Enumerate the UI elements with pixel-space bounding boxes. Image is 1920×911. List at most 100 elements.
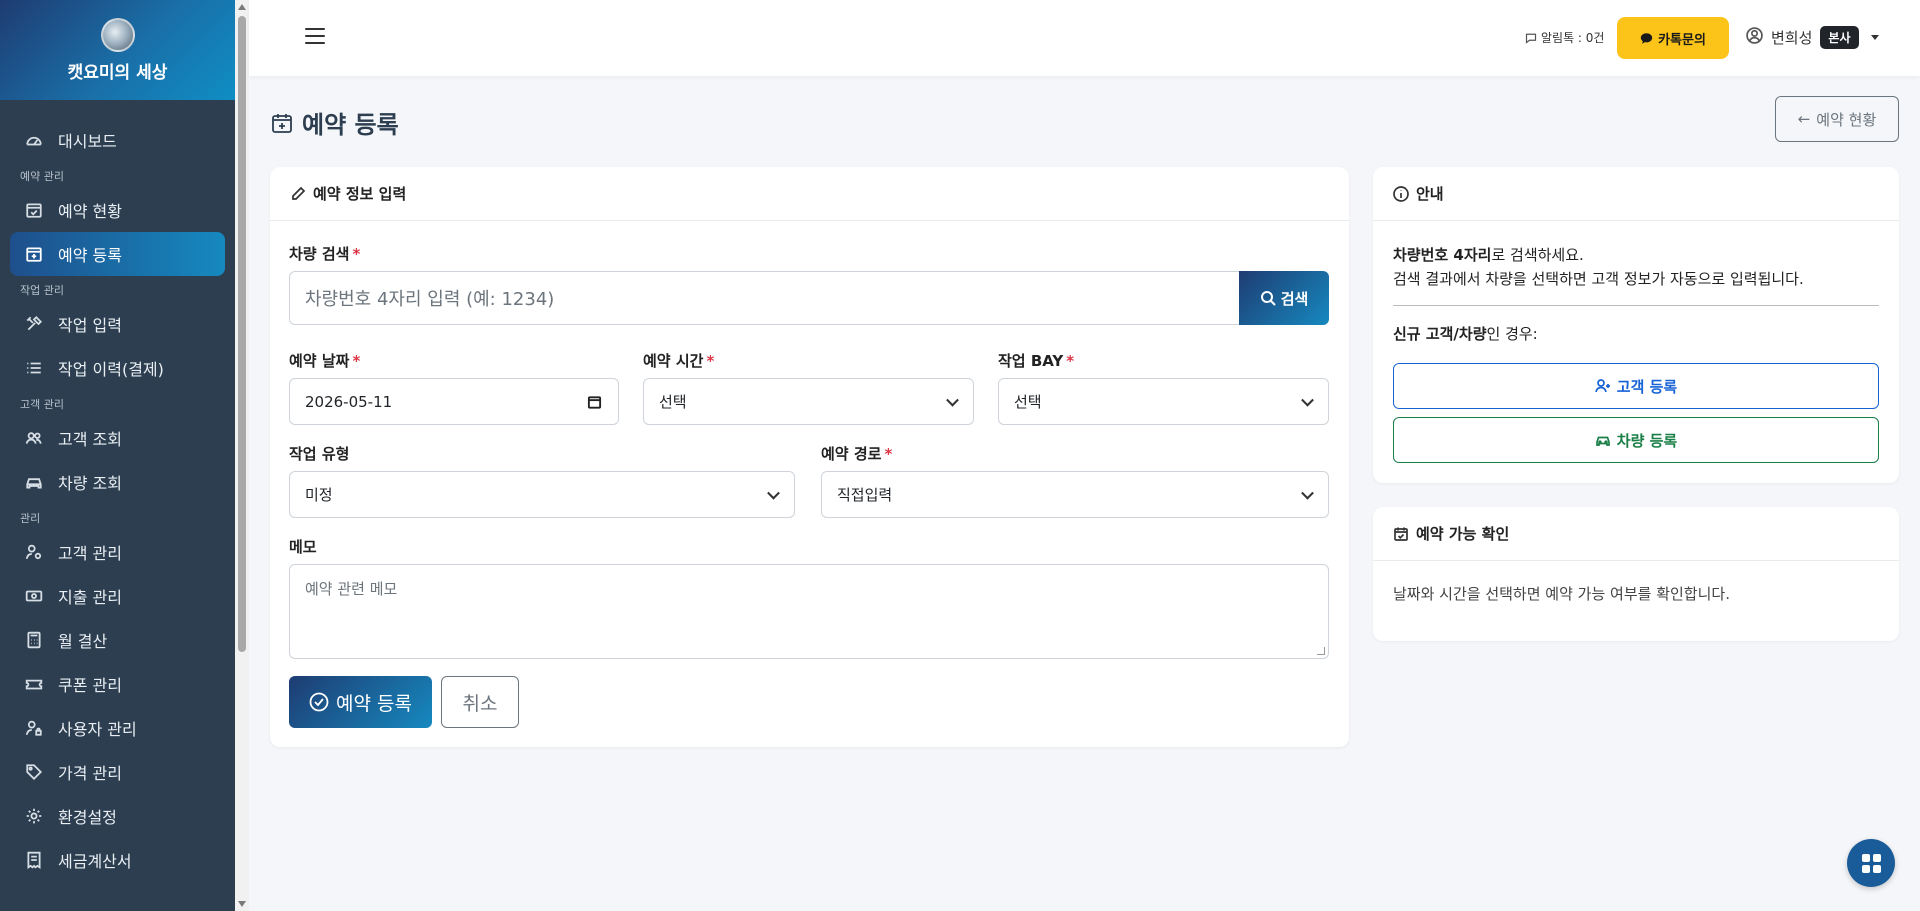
tools-icon bbox=[24, 314, 44, 334]
register-vehicle-button[interactable]: 차량 등록 bbox=[1393, 417, 1879, 463]
date-input[interactable]: 2026-05-11 bbox=[289, 378, 619, 425]
page-title: 예약 등록 bbox=[270, 105, 399, 140]
vehicle-search-label: 차량 검색 * bbox=[289, 245, 361, 263]
sidebar-item[interactable]: 고객 조회 bbox=[10, 416, 225, 460]
sidebar-item[interactable]: 지출 관리 bbox=[10, 574, 225, 618]
pencil-icon bbox=[292, 186, 306, 200]
sidebar-item-label: 사용자 관리 bbox=[58, 720, 137, 739]
sidebar-scrollbar[interactable] bbox=[235, 0, 249, 911]
register-customer-button[interactable]: 고객 등록 bbox=[1393, 363, 1879, 409]
ticket-icon bbox=[24, 674, 44, 694]
brand-logo bbox=[100, 17, 135, 52]
reservation-form-card: 예약 정보 입력 차량 검색 * 차량번호 4자리 입력 (예: 1234) 검색… bbox=[270, 167, 1349, 747]
vehicle-search-input[interactable]: 차량번호 4자리 입력 (예: 1234) bbox=[289, 271, 1240, 325]
search-icon bbox=[1260, 291, 1276, 306]
brand[interactable]: 캣요미의 세상 bbox=[0, 0, 235, 100]
person-lock-icon bbox=[24, 718, 44, 738]
sidebar-item-label: 작업 입력 bbox=[58, 316, 122, 335]
sidebar-item-label: 환경설정 bbox=[58, 808, 117, 827]
sidebar-item[interactable]: 대시보드 bbox=[10, 118, 225, 162]
calendar-icon[interactable] bbox=[587, 394, 602, 409]
people-icon bbox=[24, 428, 44, 448]
grid-icon bbox=[1861, 853, 1881, 873]
new-customer-bold: 신규 고객/차량 bbox=[1393, 325, 1487, 343]
vehicle-search-button[interactable]: 검색 bbox=[1239, 271, 1329, 325]
sidebar-item[interactable]: 쿠폰 관리 bbox=[10, 662, 225, 706]
quick-menu-button[interactable] bbox=[1847, 839, 1895, 887]
date-value: 2026-05-11 bbox=[305, 392, 393, 411]
bay-label: 작업 BAY * bbox=[998, 352, 1075, 370]
chevron-down-icon bbox=[1870, 35, 1879, 40]
sidebar-item[interactable]: 사용자 관리 bbox=[10, 706, 225, 750]
user-circle-icon bbox=[1746, 27, 1763, 48]
chat-fill-icon bbox=[1640, 32, 1653, 44]
memo-label: 메모 bbox=[289, 538, 317, 556]
person-plus-icon bbox=[1594, 379, 1610, 393]
chat-icon bbox=[1525, 33, 1537, 44]
user-name: 변희성 bbox=[1771, 29, 1813, 47]
dashboard-icon bbox=[24, 130, 44, 150]
alarm-status: 알림톡 : 0건 bbox=[1525, 29, 1604, 46]
guide-line1-rest: 로 검색하세요. bbox=[1491, 246, 1584, 264]
resize-handle[interactable] bbox=[1317, 647, 1325, 655]
kakao-label: 카톡문의 bbox=[1658, 32, 1706, 48]
sidebar-item[interactable]: 고객 관리 bbox=[10, 530, 225, 574]
sidebar-item[interactable]: 환경설정 bbox=[10, 794, 225, 838]
guide-header-text: 안내 bbox=[1416, 185, 1444, 203]
calendar-check-icon bbox=[1394, 527, 1408, 541]
cancel-button[interactable]: 취소 bbox=[441, 676, 519, 728]
sidebar-section-title: 작업 관리 bbox=[20, 284, 64, 297]
bay-select[interactable]: 선택 bbox=[998, 378, 1329, 425]
guide-card-header: 안내 bbox=[1373, 167, 1899, 221]
sidebar-item[interactable]: 차량 조회 bbox=[10, 460, 225, 504]
sidebar-item-label: 고객 관리 bbox=[58, 544, 122, 563]
sidebar-item[interactable]: 예약 등록 bbox=[10, 232, 225, 276]
sidebar-item[interactable]: 월 결산 bbox=[10, 618, 225, 662]
sidebar-item[interactable]: 세금계산서 bbox=[10, 838, 225, 882]
form-header-text: 예약 정보 입력 bbox=[313, 185, 407, 203]
chevron-down-icon bbox=[1301, 486, 1314, 500]
kakao-inquiry-button[interactable]: 카톡문의 bbox=[1617, 17, 1729, 59]
arrow-left-icon: ← bbox=[1797, 110, 1811, 128]
sidebar-item-label: 예약 등록 bbox=[58, 246, 122, 265]
tag-icon bbox=[24, 762, 44, 782]
sidebar-item[interactable]: 예약 현황 bbox=[10, 188, 225, 232]
availability-text: 날짜와 시간을 선택하면 예약 가능 여부를 확인합니다. bbox=[1393, 585, 1730, 603]
time-select[interactable]: 선택 bbox=[643, 378, 974, 425]
topbar: 알림톡 : 0건 카톡문의 변희성 본사 bbox=[249, 0, 1920, 76]
sidebar-section-title: 고객 관리 bbox=[20, 398, 64, 411]
back-label: 예약 현황 bbox=[1816, 110, 1877, 129]
work-type-select[interactable]: 미정 bbox=[289, 471, 795, 518]
route-value: 직접입력 bbox=[837, 486, 893, 504]
sidebar-item-label: 가격 관리 bbox=[58, 764, 122, 783]
sidebar-item[interactable]: 작업 이력(결제) bbox=[10, 346, 225, 390]
back-to-status-button[interactable]: ← 예약 현황 bbox=[1775, 96, 1899, 142]
scroll-up-arrow[interactable] bbox=[238, 4, 246, 10]
guide-bold-text: 차량번호 4자리 bbox=[1393, 246, 1492, 264]
chevron-down-icon bbox=[1301, 393, 1314, 407]
sidebar-item-label: 지출 관리 bbox=[58, 588, 122, 607]
new-customer-note: 신규 고객/차량인 경우: bbox=[1393, 323, 1538, 344]
list-icon bbox=[24, 358, 44, 378]
scrollbar-thumb[interactable] bbox=[238, 16, 246, 652]
route-label: 예약 경로 * bbox=[821, 445, 893, 463]
user-menu[interactable]: 변희성 본사 bbox=[1746, 26, 1879, 49]
guide-card: 안내 차량번호 4자리로 검색하세요. 검색 결과에서 차량을 선택하면 고객 … bbox=[1373, 167, 1899, 483]
route-select[interactable]: 직접입력 bbox=[821, 471, 1329, 518]
sidebar-item-label: 세금계산서 bbox=[58, 852, 132, 871]
availability-header-text: 예약 가능 확인 bbox=[1416, 525, 1510, 543]
time-label: 예약 시간 * bbox=[643, 352, 715, 370]
guide-text: 차량번호 4자리로 검색하세요. 검색 결과에서 차량을 선택하면 고객 정보가… bbox=[1393, 243, 1804, 291]
sidebar-item-label: 월 결산 bbox=[58, 632, 108, 651]
work-type-label: 작업 유형 bbox=[289, 445, 350, 463]
new-customer-rest: 인 경우: bbox=[1486, 325, 1538, 343]
memo-textarea[interactable]: 예약 관련 메모 bbox=[289, 564, 1329, 659]
scroll-down-arrow[interactable] bbox=[238, 901, 246, 907]
submit-reservation-button[interactable]: 예약 등록 bbox=[289, 676, 432, 728]
calculator-icon bbox=[24, 630, 44, 650]
menu-toggle-icon[interactable] bbox=[305, 28, 325, 44]
sidebar-item-label: 고객 조회 bbox=[58, 430, 122, 449]
sidebar-item[interactable]: 가격 관리 bbox=[10, 750, 225, 794]
alarm-label: 알림톡 : 0건 bbox=[1541, 31, 1605, 45]
sidebar-item[interactable]: 작업 입력 bbox=[10, 302, 225, 346]
